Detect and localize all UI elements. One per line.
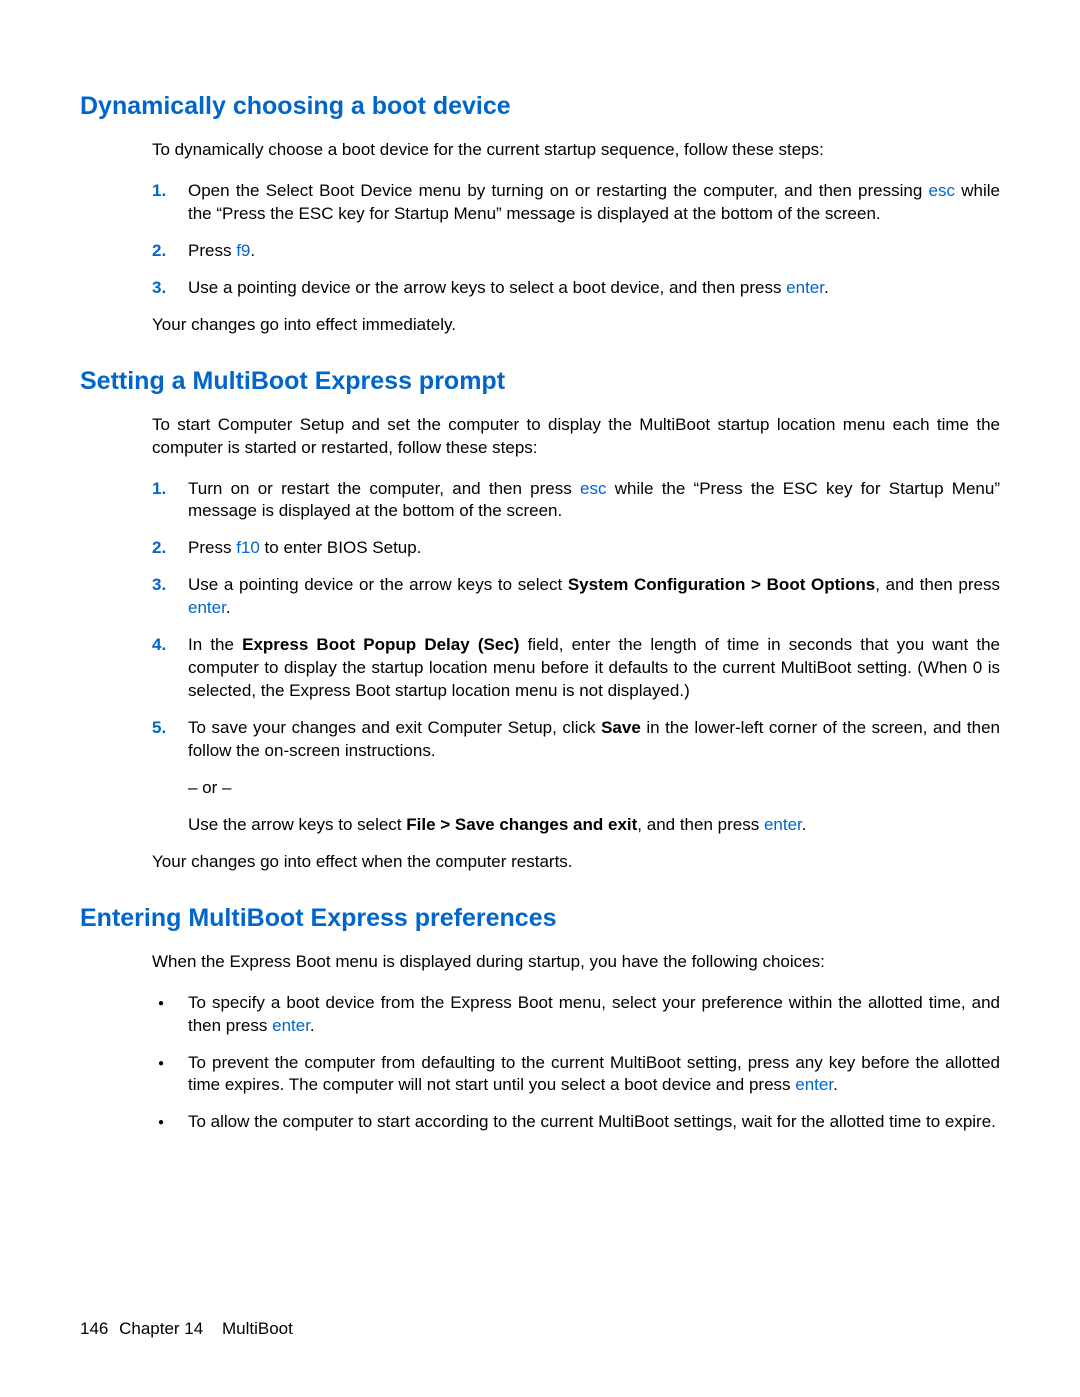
step-text: . (226, 598, 231, 617)
page-footer: 146 Chapter 14 MultiBoot (80, 1319, 293, 1339)
step-text: Press (188, 538, 236, 557)
section-dynamic-boot: Dynamically choosing a boot device To dy… (80, 92, 1000, 337)
key-enter: enter (188, 598, 226, 617)
step-text: . (824, 278, 829, 297)
intro-text: When the Express Boot menu is displayed … (152, 951, 1000, 974)
heading-dynamic-boot: Dynamically choosing a boot device (80, 92, 1000, 121)
step-text: , and then press (637, 815, 764, 834)
steps-list: 1. Turn on or restart the computer, and … (152, 478, 1000, 837)
bullet-text: . (310, 1016, 315, 1035)
step-3: 3. Use a pointing device or the arrow ke… (152, 277, 1000, 300)
key-f10: f10 (236, 538, 260, 557)
key-esc: esc (580, 479, 606, 498)
key-enter: enter (764, 815, 802, 834)
bullet-text: To prevent the computer from defaulting … (188, 1053, 1000, 1095)
bullet-3: To allow the computer to start according… (152, 1111, 1000, 1134)
step-2: 2. Press f10 to enter BIOS Setup. (152, 537, 1000, 560)
closing-text: Your changes go into effect when the com… (152, 851, 1000, 874)
step-number: 3. (152, 574, 166, 597)
intro-text: To dynamically choose a boot device for … (152, 139, 1000, 162)
key-enter: enter (786, 278, 824, 297)
key-f9: f9 (236, 241, 250, 260)
closing-text: Your changes go into effect immediately. (152, 314, 1000, 337)
chapter-title: MultiBoot (222, 1319, 293, 1338)
step-number: 3. (152, 277, 166, 300)
step-number: 1. (152, 478, 166, 501)
step-text: to enter BIOS Setup. (260, 538, 422, 557)
step-text: Use a pointing device or the arrow keys … (188, 575, 568, 594)
bullet-list: To specify a boot device from the Expres… (152, 992, 1000, 1135)
or-divider: – or – (188, 777, 1000, 800)
step-number: 4. (152, 634, 166, 657)
step-2: 2. Press f9. (152, 240, 1000, 263)
bold-text: Save (601, 718, 641, 737)
step-text: . (802, 815, 807, 834)
key-esc: esc (929, 181, 955, 200)
bold-text: Express Boot Popup Delay (Sec) (242, 635, 519, 654)
bold-text: System Configuration > Boot Options (568, 575, 875, 594)
section-multiboot-preferences: Entering MultiBoot Express preferences W… (80, 904, 1000, 1135)
step-text: Use a pointing device or the arrow keys … (188, 278, 786, 297)
chapter-label: Chapter 14 (119, 1319, 203, 1338)
step-text: To save your changes and exit Computer S… (188, 718, 601, 737)
bullet-1: To specify a boot device from the Expres… (152, 992, 1000, 1038)
bold-text: File > Save changes and exit (406, 815, 637, 834)
page-number: 146 (80, 1319, 108, 1338)
step-5: 5. To save your changes and exit Compute… (152, 717, 1000, 837)
step-1: 1. Turn on or restart the computer, and … (152, 478, 1000, 524)
key-enter: enter (272, 1016, 310, 1035)
step-3: 3. Use a pointing device or the arrow ke… (152, 574, 1000, 620)
step-text: In the (188, 635, 242, 654)
step-number: 2. (152, 537, 166, 560)
bullet-text: . (833, 1075, 838, 1094)
step-text: Press (188, 241, 236, 260)
intro-text: To start Computer Setup and set the comp… (152, 414, 1000, 460)
step-number: 2. (152, 240, 166, 263)
bullet-text: To allow the computer to start according… (188, 1112, 996, 1131)
key-enter: enter (795, 1075, 833, 1094)
step-number: 1. (152, 180, 166, 203)
step-1: 1. Open the Select Boot Device menu by t… (152, 180, 1000, 226)
step-text: Turn on or restart the computer, and the… (188, 479, 580, 498)
step-text: Open the Select Boot Device menu by turn… (188, 181, 929, 200)
step-text: . (250, 241, 255, 260)
heading-multiboot-preferences: Entering MultiBoot Express preferences (80, 904, 1000, 933)
step-4: 4. In the Express Boot Popup Delay (Sec)… (152, 634, 1000, 703)
section-multiboot-prompt: Setting a MultiBoot Express prompt To st… (80, 367, 1000, 874)
steps-list: 1. Open the Select Boot Device menu by t… (152, 180, 1000, 300)
bullet-2: To prevent the computer from defaulting … (152, 1052, 1000, 1098)
step-number: 5. (152, 717, 166, 740)
heading-multiboot-prompt: Setting a MultiBoot Express prompt (80, 367, 1000, 396)
step-text: , and then press (875, 575, 1000, 594)
step-text: Use the arrow keys to select (188, 815, 406, 834)
page: Dynamically choosing a boot device To dy… (0, 0, 1080, 1397)
